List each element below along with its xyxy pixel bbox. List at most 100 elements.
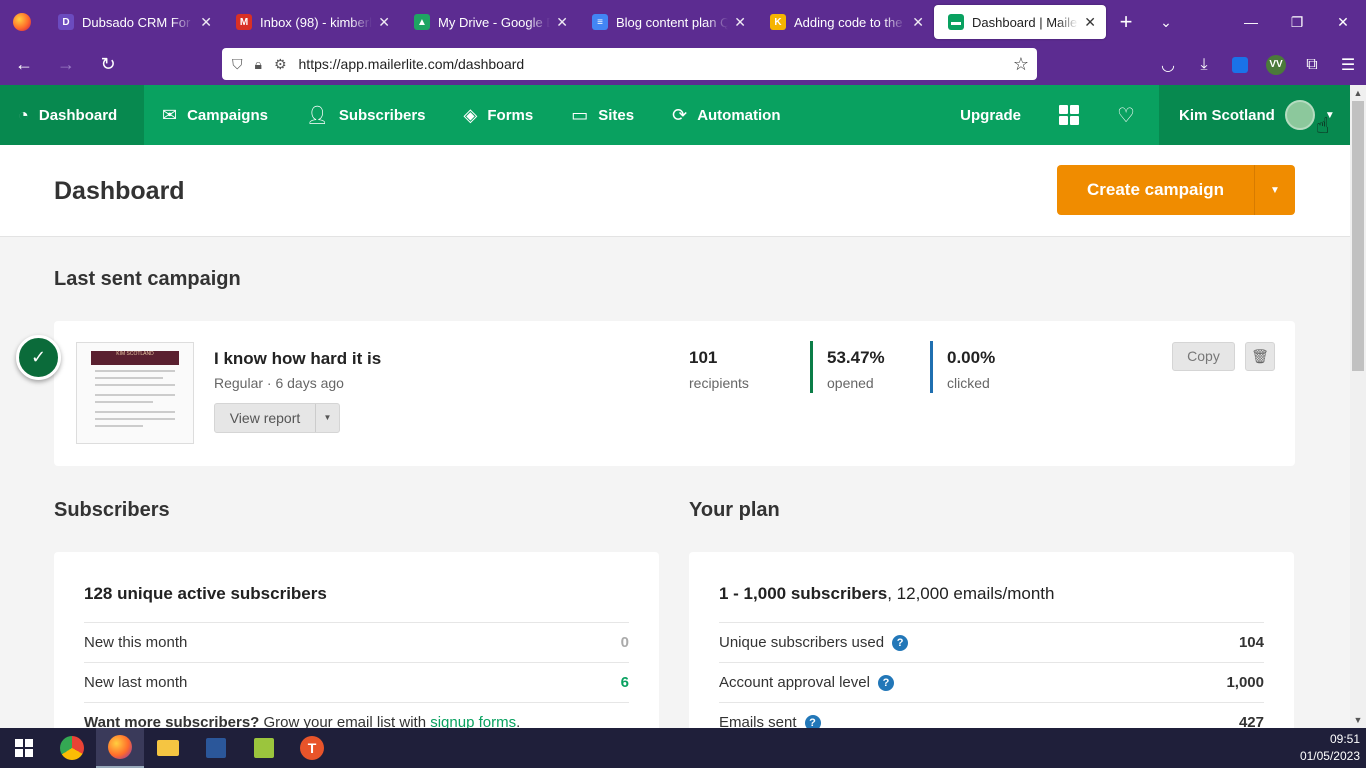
chevron-down-icon[interactable]: ▼	[316, 404, 339, 432]
list-item: Account approval level? 1,000	[719, 662, 1264, 702]
minimize-icon[interactable]: —	[1228, 0, 1274, 44]
browser-tab[interactable]: K Adding code to the we ✕	[756, 0, 934, 44]
scroll-thumb[interactable]	[1352, 101, 1364, 371]
new-tab-icon[interactable]: +	[1106, 9, 1146, 35]
firefox-menu-icon[interactable]	[0, 0, 44, 44]
copy-button[interactable]: Copy	[1172, 342, 1235, 371]
clicked-divider	[930, 341, 933, 393]
spreadsheet-icon[interactable]	[240, 728, 288, 768]
list-item: New last month 6	[84, 662, 629, 702]
browser-nav-bar: ← → ↻ ⛉ 🔒︎ ⚙ https://app.mailerlite.com/…	[0, 44, 1366, 85]
subscribers-title: Subscribers	[54, 499, 170, 521]
list-item: Unique subscribers used? 104	[719, 622, 1264, 662]
page-scrollbar[interactable]: ▲ ▼	[1350, 85, 1366, 728]
mouse-cursor-icon: ☝	[1316, 113, 1330, 138]
window-controls: — ❐ ✕	[1228, 0, 1366, 44]
gmail-icon: M	[236, 14, 252, 30]
plan-card: 1 - 1,000 subscribers, 12,000 emails/mon…	[689, 552, 1294, 752]
bookmark-star-icon[interactable]: ☆	[1013, 54, 1029, 75]
nav-item-forms[interactable]: ◈ Forms	[446, 85, 554, 145]
list-item: New this month 0	[84, 622, 629, 662]
close-window-icon[interactable]: ✕	[1320, 0, 1366, 44]
back-icon[interactable]: ←	[6, 49, 42, 81]
lock-icon[interactable]: 🔒︎	[255, 56, 262, 73]
forward-icon[interactable]: →	[48, 49, 84, 81]
nav-item-automation[interactable]: ⟳ Automation	[654, 85, 800, 145]
nav-item-sites[interactable]: ▭ Sites	[553, 85, 654, 145]
trash-icon[interactable]: 🗑︎	[1245, 342, 1275, 371]
user-icon: 👤︎	[305, 104, 329, 125]
campaign-name[interactable]: I know how hard it is	[214, 349, 381, 369]
close-tab-icon[interactable]: ✕	[912, 14, 924, 31]
plan-headline: 1 - 1,000 subscribers, 12,000 emails/mon…	[719, 584, 1055, 603]
stat-clicked: 0.00% clicked	[947, 348, 996, 391]
chrome-icon[interactable]	[48, 728, 96, 768]
subscribers-card: 128 unique active subscribers New this m…	[54, 552, 659, 752]
extension-icon[interactable]	[1222, 49, 1258, 81]
browser-tab[interactable]: M Inbox (98) - kimberley ✕	[222, 0, 400, 44]
nav-right: Upgrade ♡ Kim Scotland ▼	[960, 85, 1350, 145]
address-bar[interactable]: ⛉ 🔒︎ ⚙ https://app.mailerlite.com/dashbo…	[222, 48, 1037, 80]
user-name: Kim Scotland	[1179, 106, 1275, 124]
list-tabs-icon[interactable]: ⌄	[1146, 14, 1186, 31]
nav-item-campaigns[interactable]: ✉ Campaigns	[144, 85, 288, 145]
layers-icon: ◈	[463, 104, 478, 125]
extensions-puzzle-icon[interactable]: ⧉	[1294, 49, 1330, 81]
close-tab-icon[interactable]: ✕	[734, 14, 746, 31]
browser-tab[interactable]: ≡ Blog content plan Q2 2 ✕	[578, 0, 756, 44]
create-campaign-button[interactable]: Create campaign ▼	[1057, 165, 1295, 215]
firefox-icon[interactable]	[96, 728, 144, 768]
apps-grid-icon[interactable]	[1059, 105, 1079, 125]
dashboard-icon: ◔	[18, 104, 29, 125]
browser-tab[interactable]: D Dubsado CRM For Cre ✕	[44, 0, 222, 44]
menu-icon[interactable]: ☰	[1330, 49, 1366, 81]
windows-taskbar: T 09:51 01/05/2023	[0, 728, 1366, 768]
file-explorer-icon[interactable]	[144, 728, 192, 768]
close-tab-icon[interactable]: ✕	[378, 14, 390, 31]
reload-icon[interactable]: ↻	[90, 49, 126, 81]
close-tab-icon[interactable]: ✕	[1084, 14, 1096, 31]
toolbar-icons: ◡ ⤓ VV ⧉ ☰	[1150, 44, 1366, 85]
page-header: Dashboard Create campaign ▼	[0, 145, 1350, 237]
extension-v-icon[interactable]: VV	[1258, 49, 1294, 81]
restore-icon[interactable]: ❐	[1274, 0, 1320, 44]
create-campaign-label[interactable]: Create campaign	[1057, 165, 1255, 215]
url-text[interactable]: https://app.mailerlite.com/dashboard	[299, 56, 525, 72]
refresh-icon: ⟳	[672, 104, 688, 125]
nav-item-subscribers[interactable]: 👤︎ Subscribers	[288, 85, 446, 145]
mailerlite-icon: ▬	[948, 14, 964, 30]
scroll-up-icon[interactable]: ▲	[1350, 85, 1366, 101]
heart-icon[interactable]: ♡	[1117, 103, 1139, 128]
browser-tab-bar: D Dubsado CRM For Cre ✕ M Inbox (98) - k…	[0, 0, 1366, 44]
pocket-icon[interactable]: ◡	[1150, 49, 1186, 81]
last-campaign-title: Last sent campaign	[54, 268, 241, 290]
scroll-down-icon[interactable]: ▼	[1350, 712, 1366, 728]
shield-icon[interactable]: ⛉	[232, 56, 243, 73]
app-nav: ◔ Dashboard ✉ Campaigns 👤︎ Subscribers ◈…	[0, 85, 1350, 145]
browser-tab[interactable]: ▲ My Drive - Google Driv ✕	[400, 0, 578, 44]
opened-divider	[810, 341, 813, 393]
stat-opened: 53.47% opened	[827, 348, 885, 391]
browser-tab-active[interactable]: ▬ Dashboard | MailerLite ✕	[934, 5, 1106, 39]
stat-recipients: 101 recipients	[689, 348, 749, 391]
campaign-thumbnail[interactable]: KIM SCOTLAND	[76, 342, 194, 444]
system-clock[interactable]: 09:51 01/05/2023	[1300, 731, 1360, 765]
dubsado-icon: D	[58, 14, 74, 30]
close-tab-icon[interactable]: ✕	[556, 14, 568, 31]
start-button[interactable]	[0, 728, 48, 768]
browser-icon: ▭	[571, 104, 589, 125]
help-icon[interactable]: ?	[892, 635, 909, 652]
last-campaign-card	[54, 321, 1295, 466]
app-icon[interactable]	[192, 728, 240, 768]
app-t-icon[interactable]: T	[288, 728, 336, 768]
chevron-down-icon[interactable]: ▼	[1255, 185, 1295, 196]
view-report-button[interactable]: View report ▼	[214, 403, 340, 433]
downloads-icon[interactable]: ⤓	[1186, 49, 1222, 81]
view-report-label[interactable]: View report	[215, 404, 316, 432]
upgrade-link[interactable]: Upgrade	[960, 107, 1021, 124]
permissions-icon[interactable]: ⚙	[274, 56, 287, 73]
help-icon[interactable]: ?	[877, 675, 894, 692]
google-drive-icon: ▲	[414, 14, 430, 30]
close-tab-icon[interactable]: ✕	[200, 14, 212, 31]
nav-item-dashboard[interactable]: ◔ Dashboard	[0, 85, 144, 145]
